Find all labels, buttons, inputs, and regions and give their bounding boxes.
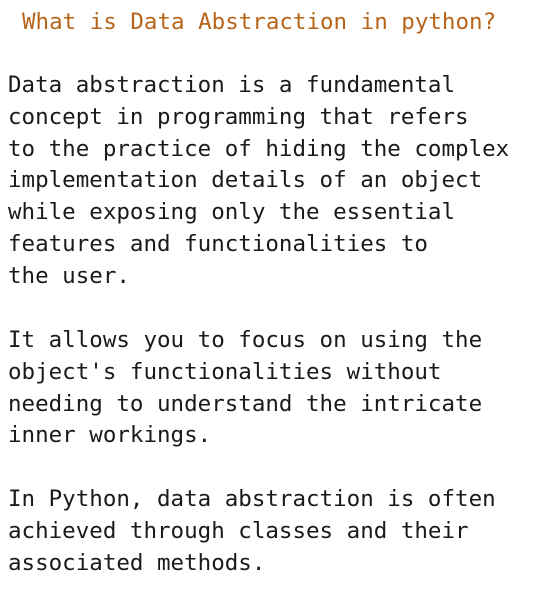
document: What is Data Abstraction in python? Data… [0,0,551,591]
text-line: object's functionalities without [8,358,442,385]
text-line: to the practice of hiding the complex [8,135,510,162]
text-line: needing to understand the intricate [8,390,483,417]
text-line: achieved through classes and their [8,517,469,544]
text-line: concept in programming that refers [8,103,469,130]
text-line: the user. [8,262,130,289]
paragraph-definition: Data abstraction is a fundamental concep… [8,70,509,293]
text-line: associated methods. [8,549,266,576]
text-line: features and functionalities to [8,230,428,257]
paragraph-python: In Python, data abstraction is often ach… [8,484,496,579]
text-line: It allows you to focus on using the [8,327,483,353]
text-line: In Python, data abstraction is often [8,486,496,512]
paragraph-focus: It allows you to focus on using the obje… [8,325,482,452]
text-line: implementation details of an object [8,167,483,194]
text-line: Data abstraction is a fundamental [8,72,456,98]
text-line: while exposing only the essential [8,199,456,226]
page-title: What is Data Abstraction in python? [22,9,497,35]
text-line: inner workings. [8,422,212,449]
